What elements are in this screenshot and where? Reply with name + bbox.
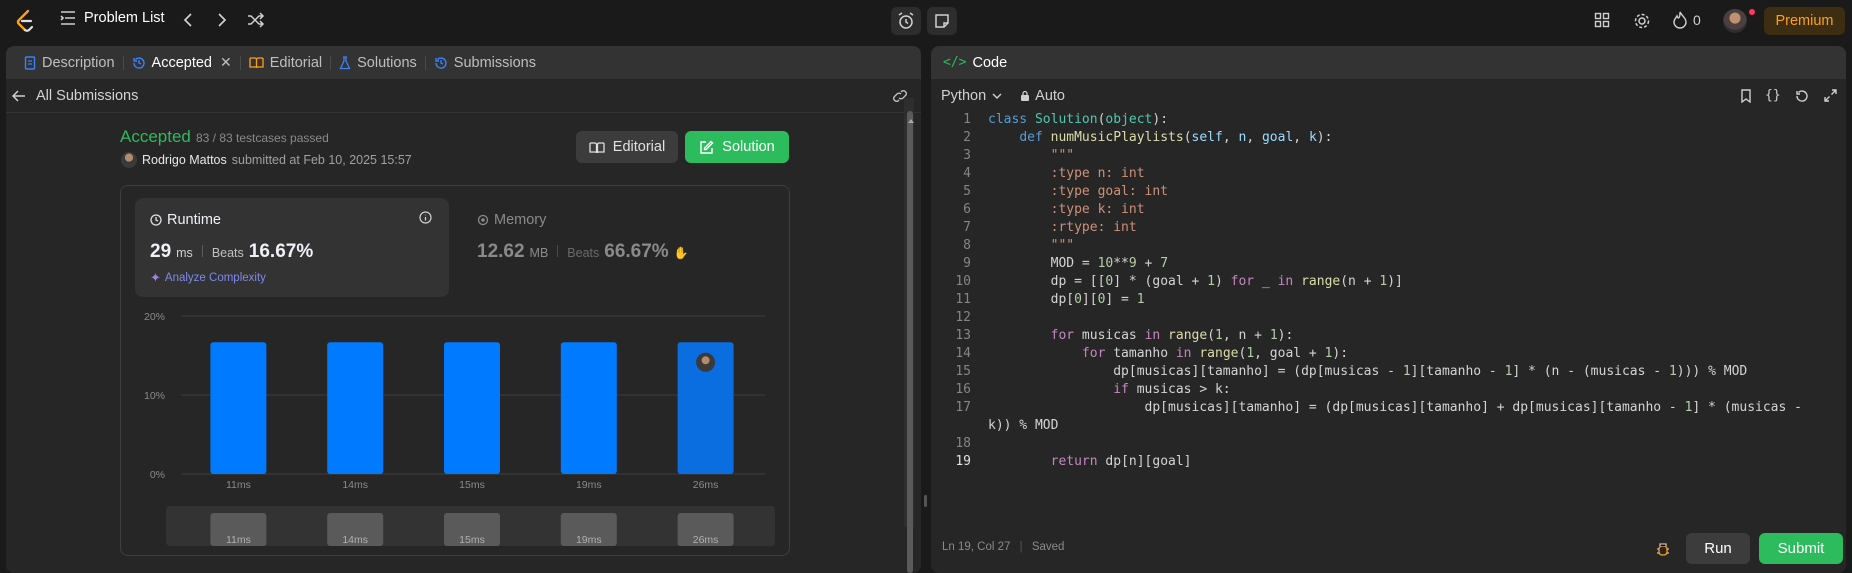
debug-icon[interactable] bbox=[1655, 541, 1671, 557]
bookmark-icon[interactable] bbox=[1740, 89, 1752, 103]
line-number: 5 bbox=[963, 184, 971, 199]
streak-counter[interactable]: 0 bbox=[1673, 11, 1701, 29]
code-tab-bar: </> Code bbox=[931, 46, 1846, 79]
grid-layout-icon bbox=[1594, 12, 1610, 28]
premium-button[interactable]: Premium bbox=[1764, 7, 1845, 35]
format-code-icon[interactable]: {} bbox=[1765, 88, 1781, 103]
layout-button[interactable] bbox=[1594, 12, 1610, 28]
line-number: 9 bbox=[963, 256, 971, 271]
settings-button[interactable] bbox=[1633, 12, 1651, 30]
line-number: 17 bbox=[955, 400, 971, 415]
line-number: 10 bbox=[955, 274, 971, 289]
chevron-down-icon bbox=[992, 93, 1002, 99]
expand-icon[interactable] bbox=[1824, 89, 1837, 102]
line-number: 19 bbox=[955, 454, 971, 469]
minimap-label: 14ms bbox=[342, 534, 368, 546]
y-tick-label: 10% bbox=[144, 390, 165, 402]
avatar[interactable] bbox=[1723, 9, 1747, 33]
line-number: 12 bbox=[955, 310, 971, 325]
chart-bar[interactable] bbox=[327, 342, 384, 474]
minimap-label: 26ms bbox=[693, 534, 719, 546]
editor-status: Ln 19, Col 27 | Saved bbox=[942, 541, 1065, 553]
line-number: 11 bbox=[955, 292, 971, 307]
x-tick-label: 26ms bbox=[693, 479, 719, 491]
minimap-label: 15ms bbox=[459, 534, 485, 546]
line-number: 3 bbox=[963, 148, 971, 163]
line-number: 1 bbox=[963, 112, 971, 127]
notification-dot bbox=[1749, 9, 1755, 15]
x-tick-label: 19ms bbox=[576, 479, 602, 491]
runtime-distribution-chart: 20% 10% 0% 11ms 14ms 15ms 19ms 26ms 11ms 14ms 15ms… bbox=[144, 311, 775, 546]
line-number: 14 bbox=[955, 346, 971, 361]
chart-bar[interactable] bbox=[210, 342, 267, 474]
submit-button[interactable]: Submit bbox=[1759, 533, 1843, 564]
editor-toolbar: Python Auto bbox=[931, 79, 1846, 113]
streak-count: 0 bbox=[1693, 12, 1701, 28]
chart-bar[interactable] bbox=[444, 342, 500, 474]
flame-icon bbox=[1673, 11, 1687, 29]
language-select[interactable]: Python bbox=[941, 88, 1002, 104]
save-status: Saved bbox=[1031, 541, 1065, 553]
panel-resize-handle[interactable] bbox=[924, 495, 927, 507]
line-number: 15 bbox=[955, 364, 971, 379]
run-button-label: Run bbox=[1704, 540, 1732, 557]
line-number: 16 bbox=[955, 382, 971, 397]
code-icon: </> bbox=[943, 55, 967, 70]
minimap-label: 11ms bbox=[226, 534, 251, 546]
premium-label: Premium bbox=[1775, 13, 1834, 29]
notes-button[interactable] bbox=[927, 7, 957, 35]
submit-button-label: Submit bbox=[1777, 540, 1825, 557]
run-button[interactable]: Run bbox=[1686, 533, 1750, 564]
x-tick-label: 14ms bbox=[342, 479, 368, 491]
minimap-label: 19ms bbox=[576, 534, 602, 546]
tab-code-label: Code bbox=[972, 54, 1008, 71]
line-number: 7 bbox=[963, 220, 971, 235]
reset-icon[interactable] bbox=[1795, 89, 1809, 103]
note-icon bbox=[935, 14, 949, 28]
line-number: 4 bbox=[963, 166, 971, 181]
line-number: 6 bbox=[963, 202, 971, 217]
line-number: 18 bbox=[955, 436, 971, 451]
language-label: Python bbox=[941, 88, 987, 104]
cursor-position: Ln 19, Col 27 bbox=[942, 541, 1011, 553]
auto-mode-label: Auto bbox=[1035, 88, 1065, 104]
line-number: 13 bbox=[955, 328, 971, 343]
avatar-face bbox=[701, 356, 710, 365]
y-tick-label: 20% bbox=[144, 311, 165, 323]
lock-icon bbox=[1021, 90, 1030, 101]
chart-bar[interactable] bbox=[560, 342, 617, 474]
line-number: 8 bbox=[963, 238, 971, 253]
auto-mode-toggle[interactable]: Auto bbox=[1020, 88, 1065, 104]
y-tick-label: 0% bbox=[150, 469, 165, 481]
line-number: 2 bbox=[963, 130, 971, 145]
gear-icon bbox=[1634, 13, 1650, 29]
x-tick-label: 15ms bbox=[459, 479, 485, 491]
tab-code[interactable]: </> Code bbox=[943, 46, 1015, 79]
x-tick-label: 11ms bbox=[226, 479, 251, 491]
